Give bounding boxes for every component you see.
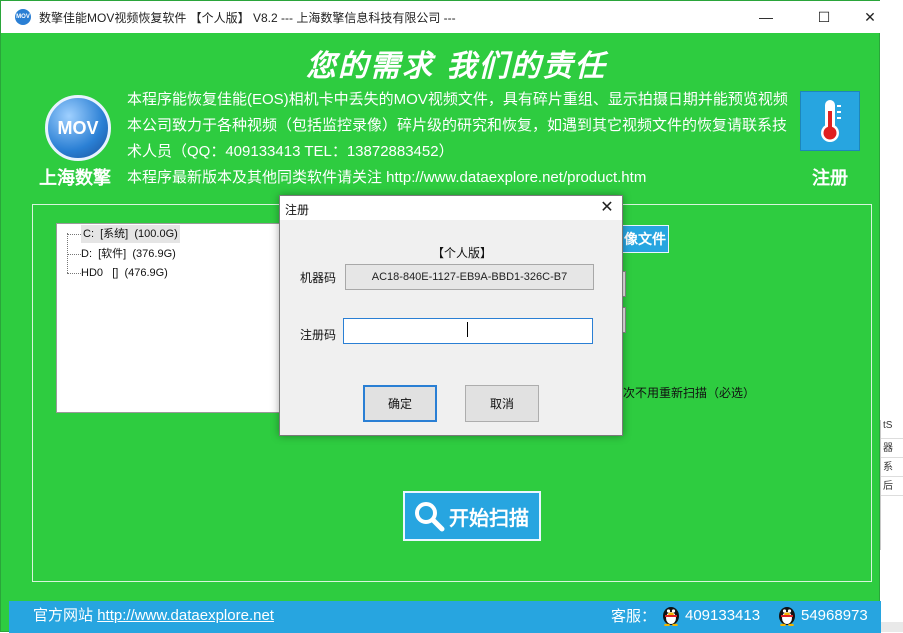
rescan-option-label[interactable]: 次不用重新扫描（必选） (623, 384, 755, 401)
slogan: 您的需求 我们的责任 (306, 41, 606, 85)
description-line: 本公司致力于各种视频（包括监控录像）碎片级的研究和恢复，如遇到其它视频文件的恢复… (127, 113, 797, 139)
description-line: 术人员（QQ：409133413 TEL：13872883452） (127, 139, 797, 165)
dialog-title: 注册 (285, 201, 309, 218)
window-title: 数擎佳能MOV视频恢复软件 【个人版】 V8.2 --- 上海数擎信息科技有限公… (39, 9, 456, 26)
start-scan-label: 开始扫描 (449, 502, 529, 531)
background-text: 器 (881, 439, 903, 458)
close-button[interactable]: ✕ (847, 1, 893, 33)
logo-text: MOV (57, 118, 98, 139)
site-link[interactable]: http://www.dataexplore.net (97, 607, 274, 624)
description-line: 本程序最新版本及其他同类软件请关注 http://www.dataexplore… (127, 165, 797, 191)
qq-contact-1[interactable]: 409133413 (661, 604, 760, 626)
maximize-button[interactable]: ☐ (801, 1, 847, 33)
app-icon: MOV (15, 9, 31, 25)
tree-item-c[interactable]: C: [系统] (100.0G) (67, 225, 180, 243)
drive-name: [软件] (98, 248, 126, 260)
drive-label: D: [软件] (376.9G) (81, 245, 176, 263)
description: 本程序能恢复佳能(EOS)相机卡中丢失的MOV视频文件，具有碎片重组、显示拍摄日… (127, 87, 797, 191)
description-line: 本程序能恢复佳能(EOS)相机卡中丢失的MOV视频文件，具有碎片重组、显示拍摄日… (127, 87, 797, 113)
drive-size: (100.0G) (134, 228, 177, 240)
edition-label: 【个人版】 (432, 244, 492, 261)
company-name: 上海数擎 (39, 164, 111, 190)
qq-number: 409133413 (685, 607, 760, 624)
qq-penguin-icon (661, 604, 681, 626)
cancel-button[interactable]: 取消 (465, 385, 539, 422)
thermometer-icon (810, 97, 850, 145)
footer-bar: 官方网站 http://www.dataexplore.net 客服： 4091… (9, 601, 881, 633)
drive-label: C: [系统] (100.0G) (81, 225, 180, 243)
title-bar[interactable]: MOV 数擎佳能MOV视频恢复软件 【个人版】 V8.2 --- 上海数擎信息科… (1, 1, 881, 33)
minimize-button[interactable]: — (743, 1, 789, 33)
dialog-title-bar[interactable]: 注册 ✕ (280, 196, 622, 220)
background-text: tS (881, 420, 903, 439)
start-scan-button[interactable]: 开始扫描 (403, 491, 541, 541)
ok-button[interactable]: 确定 (363, 385, 437, 422)
drive-size: (376.9G) (132, 248, 175, 260)
machine-code-field[interactable]: AC18-840E-1127-EB9A-BBD1-326C-B7 (345, 264, 594, 290)
official-site: 官方网站 http://www.dataexplore.net (33, 604, 274, 625)
background-text: 后 (881, 477, 903, 496)
machine-code-label: 机器码 (300, 269, 336, 286)
drive-size: (476.9G) (124, 267, 167, 279)
register-dialog: 注册 ✕ 【个人版】 机器码 AC18-840E-1127-EB9A-BBD1-… (279, 195, 623, 436)
drive-letter: HD0 (81, 267, 103, 279)
drive-name: [系统] (100, 228, 128, 240)
tree-item-d[interactable]: D: [软件] (376.9G) (67, 245, 176, 263)
drive-letter: C: (83, 228, 94, 240)
mov-logo-icon: MOV (45, 95, 111, 161)
search-icon (413, 500, 445, 532)
qq-penguin-icon (777, 604, 797, 626)
drive-label: HD0 [] (476.9G) (81, 264, 168, 282)
qq-number: 54968973 (801, 607, 868, 624)
site-label: 官方网站 (33, 607, 93, 624)
register-icon-button[interactable] (800, 91, 860, 151)
register-code-input[interactable] (343, 318, 593, 344)
dialog-close-icon[interactable]: ✕ (596, 198, 618, 218)
register-code-label: 注册码 (300, 326, 336, 343)
text-caret (467, 322, 468, 337)
drive-name: [] (112, 267, 118, 279)
background-text: 系 (881, 458, 903, 477)
drive-letter: D: (81, 248, 92, 260)
service-label: 客服： (611, 605, 656, 626)
register-label[interactable]: 注册 (812, 164, 848, 190)
qq-contact-2[interactable]: 54968973 (777, 604, 868, 626)
background-window-fragment: tS 器 系 后 (880, 420, 903, 550)
tree-item-hd0[interactable]: HD0 [] (476.9G) (67, 264, 168, 282)
